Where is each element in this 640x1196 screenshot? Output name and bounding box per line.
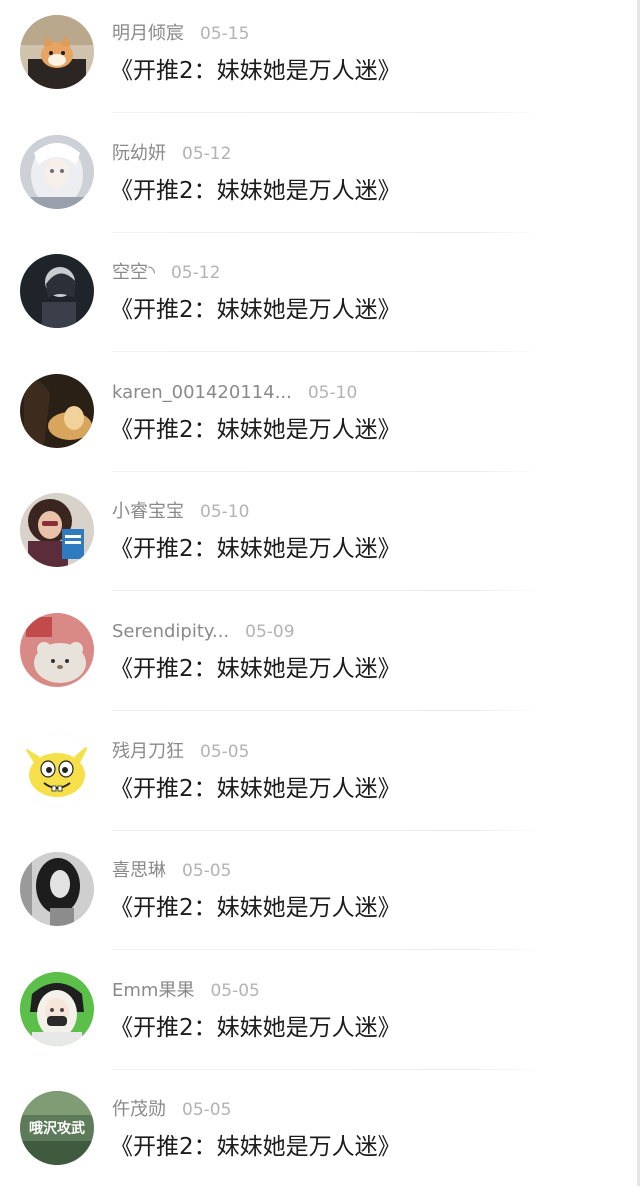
username[interactable]: 空空◝ bbox=[112, 261, 155, 285]
message-meta: Serendipity... 05-09 bbox=[112, 620, 295, 644]
message-text: 《开推2：妹妹她是万人迷》 bbox=[110, 416, 401, 443]
divider bbox=[112, 590, 542, 592]
message-text: 《开推2：妹妹她是万人迷》 bbox=[110, 775, 401, 802]
message-text: 《开推2：妹妹她是万人迷》 bbox=[110, 656, 401, 682]
timestamp: 05-15 bbox=[200, 24, 250, 44]
girl-with-book-avatar[interactable] bbox=[20, 493, 94, 568]
username[interactable]: 明月倾宸 bbox=[112, 22, 184, 46]
divider bbox=[112, 231, 542, 233]
message-text: 《开推2：妹妹她是万人迷》 bbox=[110, 297, 401, 324]
message-item[interactable]: 明月倾宸 05-15 《开推2：妹妹她是万人迷》 bbox=[0, 0, 640, 120]
username[interactable]: karen_001420114... bbox=[112, 381, 292, 405]
message-text: 《开推2：妹妹她是万人迷》 bbox=[110, 1014, 401, 1041]
message-item[interactable]: 小睿宝宝 05-10 《开推2：妹妹她是万人迷》 bbox=[0, 478, 640, 598]
message-text: 《开推2：妹妹她是万人迷》 bbox=[110, 177, 401, 204]
message-item[interactable]: 喜思琳 05-05 《开推2：妹妹她是万人迷》 bbox=[0, 837, 640, 957]
dark-portrait-avatar[interactable] bbox=[20, 254, 94, 329]
message-text: 《开推2：妹妹她是万人迷》 bbox=[110, 58, 401, 84]
divider bbox=[112, 710, 542, 711]
message-meta: 喜思琳 05-05 bbox=[112, 859, 231, 883]
message-item[interactable]: 空空◝ 05-12 《开推2：妹妹她是万人迷》 bbox=[0, 239, 640, 359]
masked-anime-avatar[interactable] bbox=[20, 971, 94, 1046]
username[interactable]: 喜思琳 bbox=[112, 859, 166, 883]
message-meta: karen_001420114... 05-10 bbox=[112, 381, 357, 405]
kitten-avatar[interactable] bbox=[20, 15, 94, 89]
divider bbox=[112, 829, 542, 831]
message-meta: 阮幼妍 05-12 bbox=[112, 142, 231, 166]
timestamp: 05-05 bbox=[210, 980, 260, 1001]
timestamp: 05-10 bbox=[200, 502, 250, 523]
timestamp: 05-10 bbox=[307, 382, 358, 403]
sponge-cartoon-avatar[interactable] bbox=[20, 732, 94, 807]
message-item[interactable]: Emm果果 05-05 《开推2：妹妹她是万人迷》 bbox=[0, 957, 640, 1077]
message-text: 《开推2：妹妹她是万人迷》 bbox=[110, 536, 401, 563]
avatar-text: 哦沢攻武 bbox=[29, 1120, 85, 1137]
divider bbox=[112, 949, 542, 951]
bw-portrait-avatar[interactable] bbox=[20, 852, 94, 927]
timestamp: 05-12 bbox=[170, 263, 221, 284]
timestamp: 05-09 bbox=[245, 622, 295, 642]
message-item[interactable]: Serendipity... 05-09 《开推2：妹妹她是万人迷》 bbox=[0, 598, 640, 718]
message-item[interactable]: 残月刀狂 05-05 《开推2：妹妹她是万人迷》 bbox=[0, 718, 640, 838]
message-meta: 小睿宝宝 05-10 bbox=[112, 500, 249, 524]
message-meta: Emm果果 05-05 bbox=[112, 979, 260, 1003]
username[interactable]: 小睿宝宝 bbox=[112, 500, 184, 524]
username[interactable]: 残月刀狂 bbox=[112, 740, 184, 764]
timestamp: 05-05 bbox=[182, 861, 232, 882]
message-text: 《开推2：妹妹她是万人迷》 bbox=[110, 1134, 401, 1161]
warm-light-avatar[interactable] bbox=[20, 373, 94, 448]
message-meta: 明月倾宸 05-15 bbox=[112, 22, 249, 46]
message-list: 明月倾宸 05-15 《开推2：妹妹她是万人迷》 阮幼妍 05-12 《开推2：妹妹… bbox=[0, 0, 640, 1186]
message-text: 《开推2：妹妹她是万人迷》 bbox=[110, 895, 401, 922]
timestamp: 05-12 bbox=[182, 143, 232, 164]
text-photo-avatar[interactable]: 哦沢攻武 bbox=[20, 1091, 94, 1166]
message-item[interactable]: karen_001420114... 05-10 《开推2：妹妹她是万人迷》 bbox=[0, 359, 640, 479]
message-meta: 空空◝ 05-12 bbox=[112, 261, 220, 285]
message-meta: 仵茂勋 05-05 bbox=[112, 1098, 231, 1122]
username[interactable]: Serendipity... bbox=[112, 620, 229, 644]
message-item[interactable]: 哦沢攻武 仵茂勋 05-05 《开推2：妹妹她是万人迷》 bbox=[0, 1076, 640, 1196]
divider bbox=[112, 112, 542, 113]
plush-toy-avatar[interactable] bbox=[20, 613, 94, 687]
divider bbox=[112, 1068, 542, 1070]
timestamp: 05-05 bbox=[182, 1100, 232, 1121]
divider bbox=[112, 470, 542, 472]
username[interactable]: Emm果果 bbox=[112, 979, 194, 1003]
username[interactable]: 仵茂勋 bbox=[112, 1098, 166, 1122]
timestamp: 05-05 bbox=[200, 741, 250, 762]
divider bbox=[112, 351, 542, 353]
message-meta: 残月刀狂 05-05 bbox=[112, 740, 249, 764]
message-item[interactable]: 阮幼妍 05-12 《开推2：妹妹她是万人迷》 bbox=[0, 120, 640, 240]
username[interactable]: 阮幼妍 bbox=[112, 142, 166, 166]
white-hair-girl-avatar[interactable] bbox=[20, 134, 94, 209]
